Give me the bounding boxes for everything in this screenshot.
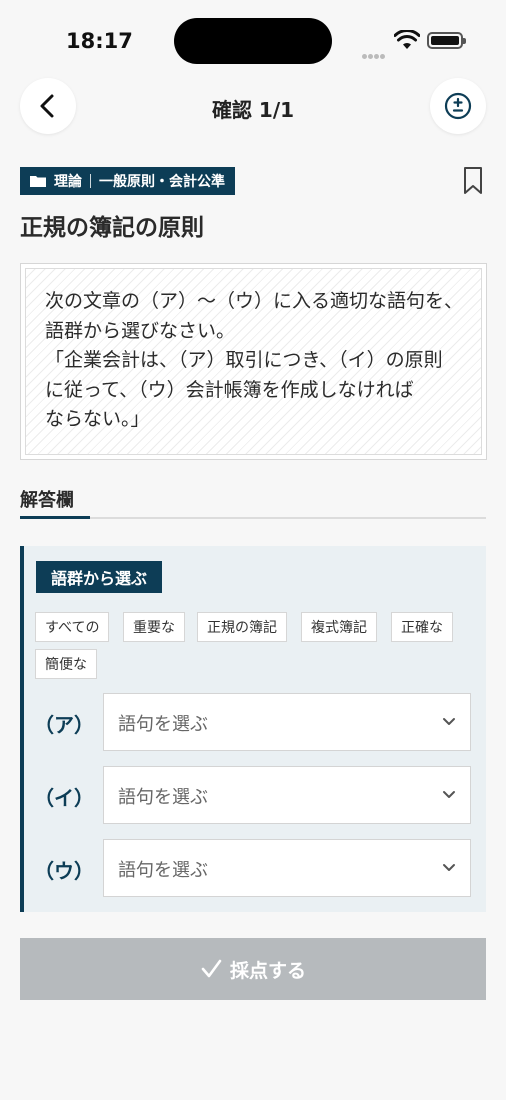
- word-chip[interactable]: 正規の簿記: [197, 612, 287, 642]
- tab-answer[interactable]: 解答欄: [20, 486, 74, 512]
- question-line: ならない。」: [45, 408, 150, 430]
- calculator-button[interactable]: [430, 78, 486, 134]
- wifi-icon: [394, 30, 420, 49]
- answer-label: （イ）: [34, 786, 94, 810]
- select-placeholder: 語句を選ぶ: [118, 860, 208, 881]
- status-time: 18:17: [66, 29, 133, 53]
- battery-icon: [427, 32, 466, 49]
- question-title: 正規の簿記の原則: [20, 215, 204, 241]
- question-line: 語群から選びなさい。: [45, 319, 236, 342]
- grade-button[interactable]: 採点する: [20, 938, 486, 1000]
- answer-panel: 語群から選ぶ すべての 重要な 正規の簿記 複式簿記 正確な 簡便な （ア） 語…: [20, 546, 486, 912]
- word-chip[interactable]: 複式簿記: [301, 612, 377, 642]
- status-bar: 18:17: [0, 0, 506, 80]
- chevron-down-icon: [443, 864, 455, 871]
- answer-row-i: （イ） 語句を選ぶ: [24, 766, 486, 824]
- chevron-down-icon: [443, 791, 455, 798]
- word-bank-label: 語群から選ぶ: [36, 561, 163, 593]
- question-line: 「企業会計は、（ア）取引につき、（イ）の原則: [45, 349, 443, 371]
- word-chip[interactable]: すべての: [35, 612, 110, 642]
- plus-minus-icon: [444, 92, 472, 120]
- grade-button-label: 採点する: [229, 959, 306, 982]
- answer-select[interactable]: 語句を選ぶ: [103, 766, 471, 824]
- answer-select[interactable]: 語句を選ぶ: [103, 839, 471, 897]
- question-box: 次の文章の（ア）～（ウ）に入る適切な語句を、 語群から選びなさい。 「企業会計は…: [20, 263, 487, 460]
- category-part2: 一般原則・会計公準: [99, 174, 225, 190]
- answer-label: （ウ）: [34, 859, 94, 883]
- dynamic-island: [174, 18, 332, 64]
- category-divider: [90, 174, 91, 188]
- select-placeholder: 語句を選ぶ: [118, 787, 208, 808]
- cellular-signal-icon: [362, 44, 386, 63]
- chevron-down-icon: [443, 718, 455, 725]
- word-chip[interactable]: 重要な: [123, 612, 185, 642]
- category-badge: 理論 一般原則・会計公準: [20, 167, 235, 195]
- category-part1: 理論: [54, 174, 82, 190]
- tab-underline: [20, 516, 486, 519]
- word-chip[interactable]: 正確な: [391, 612, 453, 642]
- answer-row-a: （ア） 語句を選ぶ: [24, 693, 486, 751]
- folder-icon: [30, 176, 46, 187]
- answer-row-u: （ウ） 語句を選ぶ: [24, 839, 486, 897]
- question-line: に従って、（ウ）会計帳簿を作成しなければ: [45, 378, 414, 401]
- checkmark-icon: [201, 959, 222, 978]
- question-line: 次の文章の（ア）～（ウ）に入る適切な語句を、: [45, 290, 464, 312]
- select-placeholder: 語句を選ぶ: [118, 714, 208, 735]
- answer-label: （ア）: [34, 713, 94, 737]
- answer-select[interactable]: 語句を選ぶ: [103, 693, 471, 751]
- bookmark-button[interactable]: [462, 166, 484, 196]
- word-chip[interactable]: 簡便な: [35, 649, 97, 679]
